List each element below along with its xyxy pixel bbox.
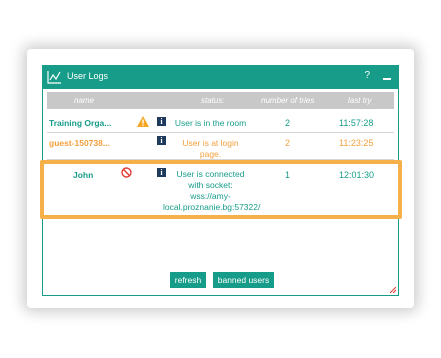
chart-icon: [47, 71, 61, 84]
refresh-button[interactable]: refresh: [170, 272, 206, 288]
resize-handle-icon[interactable]: [390, 287, 396, 293]
row-highlight-frame: [40, 160, 402, 219]
header-last-try: last try: [348, 96, 372, 105]
minimize-icon[interactable]: [383, 78, 391, 80]
window-title: User Logs: [67, 71, 109, 81]
title-bar[interactable]: User Logs ?: [43, 66, 398, 89]
tries-count: 2: [285, 138, 291, 148]
status-line: User is in the room: [174, 118, 247, 128]
status-line: User is at login: [182, 138, 239, 148]
status-text: User is at login page.: [168, 138, 253, 160]
last-try-time: 11:23:25: [339, 138, 374, 148]
header-name: name: [74, 96, 95, 105]
header-status: status:: [201, 96, 225, 105]
last-try-time: 11:57:28: [339, 118, 374, 128]
warning-icon: [137, 116, 149, 127]
info-icon[interactable]: i: [157, 136, 166, 145]
user-name[interactable]: Training Orga...: [49, 118, 111, 128]
user-name[interactable]: guest-150738...: [49, 138, 110, 148]
help-button[interactable]: ?: [364, 70, 370, 81]
table-header: name status: number of tries last try: [47, 92, 394, 109]
info-icon[interactable]: i: [157, 117, 166, 126]
row-divider: [47, 132, 394, 133]
status-text: User is in the room: [168, 118, 253, 129]
banned-users-button[interactable]: banned users: [213, 272, 274, 288]
tries-count: 2: [285, 118, 291, 128]
header-tries: number of tries: [261, 96, 315, 105]
